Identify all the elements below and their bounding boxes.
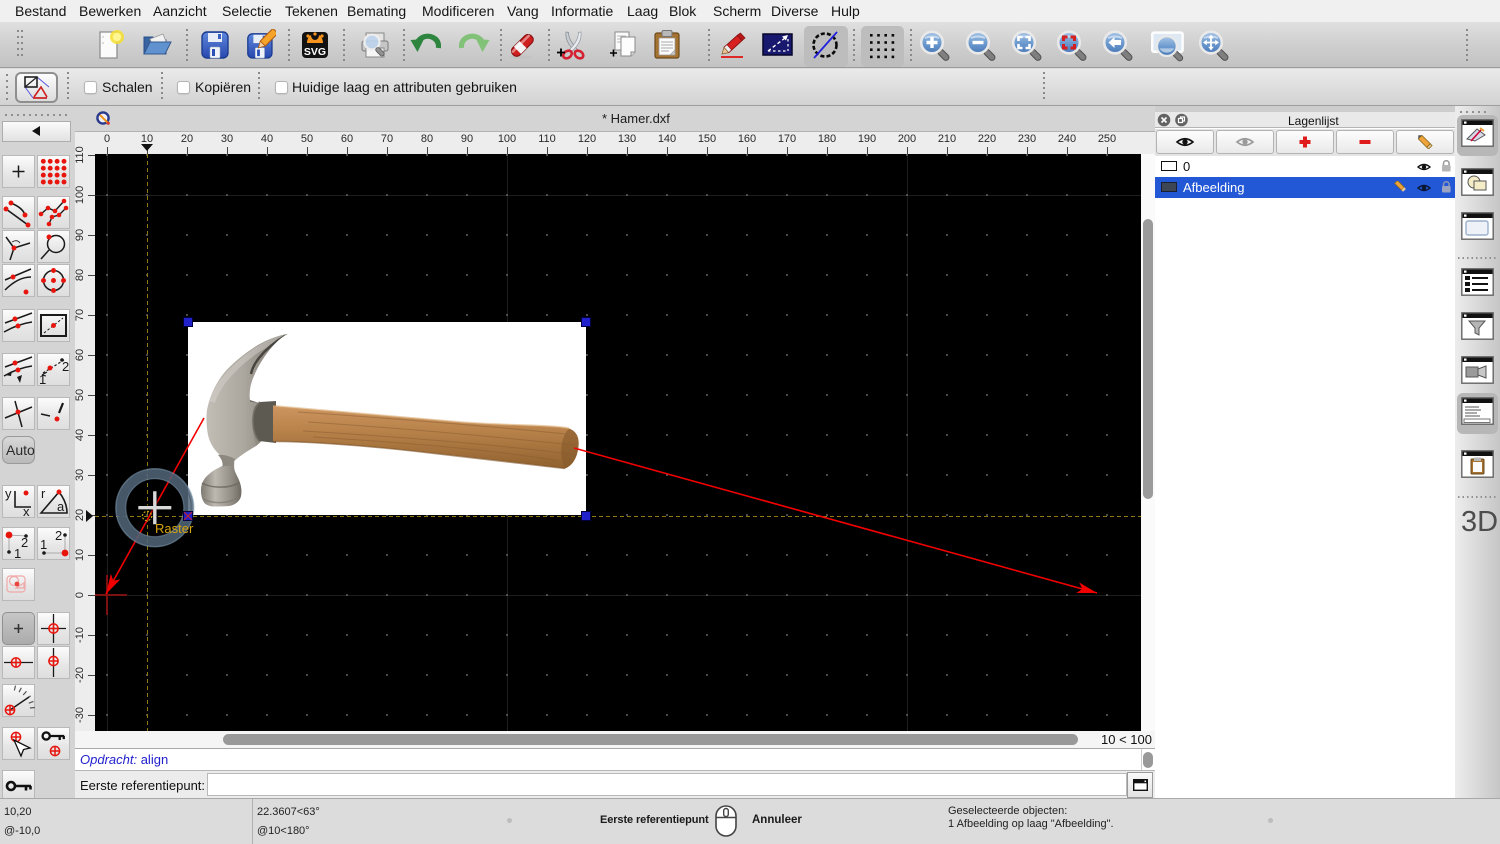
svg-text:x: x <box>23 504 30 518</box>
svg-text:2: 2 <box>55 528 62 543</box>
svg-text:r: r <box>41 486 46 501</box>
svg-text:1: 1 <box>40 537 47 552</box>
svg-text:y: y <box>5 486 12 501</box>
svg-text:a: a <box>57 499 65 514</box>
svg-text:2: 2 <box>21 535 28 550</box>
svg-text:1: 1 <box>39 372 46 386</box>
svg-text:Raster: Raster <box>155 521 194 536</box>
svg-text:SVG: SVG <box>304 46 326 58</box>
